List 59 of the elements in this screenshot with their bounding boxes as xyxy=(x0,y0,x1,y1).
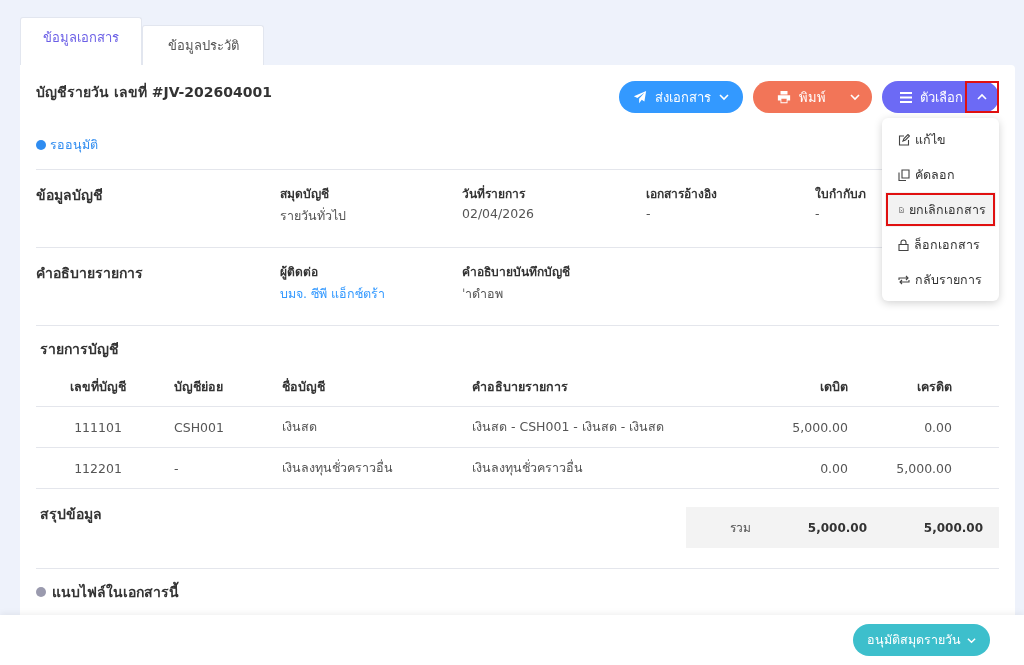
menu-item[interactable]: ล็อกเอกสาร xyxy=(882,227,999,262)
field-label: วันที่รายการ xyxy=(462,184,525,203)
column-header: เลขที่บัญชี xyxy=(69,377,127,396)
status-label: รออนุมัติ xyxy=(50,136,98,155)
menu-item[interactable]: ยกเลิกเอกสาร xyxy=(885,192,996,227)
section-heading: ข้อมูลบัญชี xyxy=(36,186,104,206)
table-cell-text: เงินสด - CSH001 - เงินสด - เงินสด xyxy=(472,418,666,436)
document-title: บัญชีรายวัน เลขที่ #JV-202604001 xyxy=(36,81,272,103)
column-header: เดบิต xyxy=(819,378,849,396)
bullet-dot xyxy=(36,587,46,597)
total-debit: 5,000.00 xyxy=(806,520,867,535)
copy-icon xyxy=(898,168,910,181)
paper-plane-icon xyxy=(633,90,647,104)
total-credit: 5,000.00 xyxy=(922,520,983,535)
menu-item[interactable]: คัดลอก xyxy=(882,157,999,192)
table-cell-text: เงินลงทุนชั่วคราวอื่น xyxy=(282,458,394,478)
field-label: ผู้ติดต่อ xyxy=(280,264,318,281)
field-value: 02/04/2026 xyxy=(462,206,535,221)
table-cell-text: 112201 xyxy=(73,460,123,476)
table-cell-text: เงินสด xyxy=(282,418,318,436)
field-value: - xyxy=(815,206,820,221)
chevron-down-icon xyxy=(967,635,976,645)
tab[interactable]: ข้อมูลเอกสาร xyxy=(20,17,142,65)
section-heading: สรุปข้อมูล xyxy=(39,505,102,525)
field-label: ใบกำกับภ xyxy=(815,185,866,203)
table-cell-text: - xyxy=(173,460,180,476)
column-header: บัญชีย่อย xyxy=(173,378,224,396)
table-cell-text: 5,000.00 xyxy=(895,460,953,476)
menu-item[interactable]: กลับรายการ xyxy=(882,262,999,297)
attachments-heading: แนบไฟล์ในเอกสารนี้ xyxy=(52,581,179,603)
column-header: เครดิต xyxy=(916,378,953,396)
field-label: เอกสารอ้างอิง xyxy=(646,186,717,203)
menu-item[interactable]: แก้ไข xyxy=(882,122,999,157)
column-header: ชื่อบัญชี xyxy=(282,377,326,396)
menu-icon xyxy=(900,91,912,103)
table-title: รายการบัญชี xyxy=(39,340,120,360)
field-value: ˈาดำอพ xyxy=(462,285,504,303)
field-value: รายวันทั่วไป xyxy=(280,206,346,225)
field-label: คำอธิบายบันทึกบัญชี xyxy=(462,264,570,281)
caret-button[interactable] xyxy=(965,81,999,113)
caret-icon xyxy=(977,92,987,102)
table-cell-text: เงินลงทุนชั่วคราวอื่น xyxy=(472,458,584,478)
field-value: - xyxy=(646,206,651,221)
field-label: สมุดบัญชี xyxy=(280,186,329,203)
lock-icon xyxy=(898,238,909,251)
section-heading: คำอธิบายรายการ xyxy=(36,264,144,283)
table-cell-text: 111101 xyxy=(73,419,123,435)
column-header: คำอธิบายรายการ xyxy=(472,378,569,396)
chevron-down-icon xyxy=(719,92,729,102)
table-cell-text: CSH001 xyxy=(173,419,225,435)
table-cell-text: 0.00 xyxy=(923,419,953,435)
total-label: รวม xyxy=(729,520,751,537)
tab[interactable]: ข้อมูลประวัติ xyxy=(142,25,264,65)
repeat-icon xyxy=(898,273,910,286)
edit-icon xyxy=(898,133,910,146)
table-cell-text: 5,000.00 xyxy=(791,419,849,435)
chevron-down-icon xyxy=(850,92,860,102)
table-cell-text: 0.00 xyxy=(819,460,849,476)
printer-icon xyxy=(777,90,791,104)
